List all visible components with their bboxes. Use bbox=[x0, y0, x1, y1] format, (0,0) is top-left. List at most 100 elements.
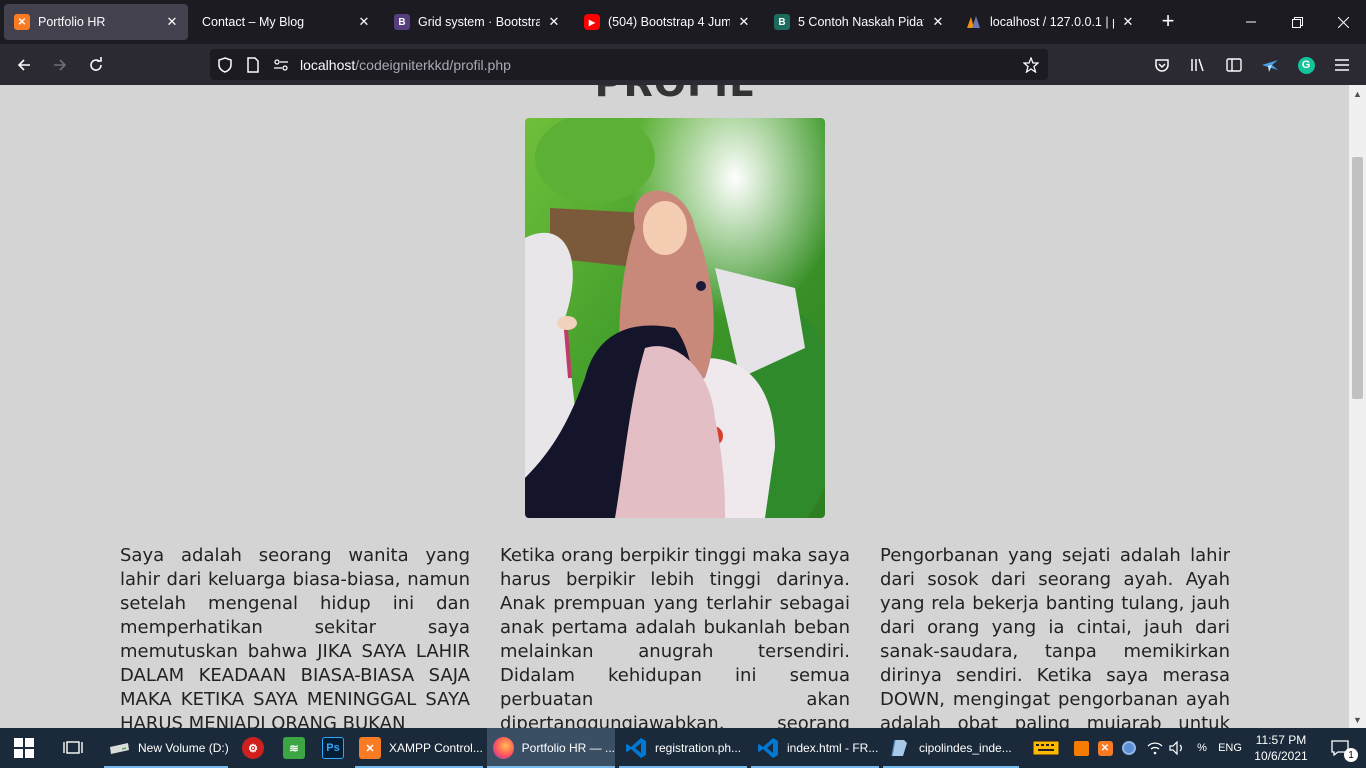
red-app-icon: ⚙ bbox=[242, 737, 264, 759]
taskbar-item-label: New Volume (D:) bbox=[138, 741, 229, 755]
vscode-icon bbox=[757, 737, 779, 759]
url-bar[interactable]: localhost/codeigniterkkd/profil.php bbox=[210, 49, 1048, 80]
close-tab-icon[interactable]: ✕ bbox=[736, 14, 752, 30]
taskbar-item-firefox[interactable]: Portfolio HR — ... bbox=[487, 728, 615, 768]
phpmyadmin-icon bbox=[966, 14, 982, 30]
url-host: localhost bbox=[300, 57, 356, 73]
reload-button[interactable] bbox=[83, 52, 109, 78]
extension-button[interactable] bbox=[1257, 52, 1283, 78]
chrome-tray-icon[interactable] bbox=[1118, 728, 1140, 768]
taskbar-item-xampp[interactable]: ✕ XAMPP Control... bbox=[355, 728, 483, 768]
b-icon: B bbox=[774, 14, 790, 30]
close-tab-icon[interactable]: ✕ bbox=[356, 14, 372, 30]
youtube-icon: ▶ bbox=[584, 14, 600, 30]
close-tab-icon[interactable]: ✕ bbox=[164, 14, 180, 30]
tab-title: Grid system · Bootstrap v4 bbox=[418, 15, 540, 29]
page-scrollbar[interactable]: ▲ ▼ bbox=[1349, 85, 1366, 728]
sidebar-icon bbox=[1226, 58, 1242, 72]
restore-button[interactable] bbox=[1274, 0, 1320, 44]
windows-icon bbox=[14, 738, 34, 758]
notification-count-badge: 1 bbox=[1344, 748, 1358, 762]
scroll-down-arrow-icon[interactable]: ▼ bbox=[1349, 711, 1366, 728]
taskbar-app-blender[interactable]: ⚙ bbox=[232, 728, 274, 768]
tab-phpmyadmin[interactable]: localhost / 127.0.0.1 | php ✕ bbox=[956, 4, 1144, 40]
navigation-toolbar: localhost/codeigniterkkd/profil.php G bbox=[0, 44, 1366, 85]
back-button[interactable] bbox=[11, 52, 37, 78]
taskbar-item-new-volume[interactable]: New Volume (D:) bbox=[104, 728, 229, 768]
new-tab-button[interactable]: + bbox=[1156, 10, 1180, 34]
permissions-icon[interactable] bbox=[272, 56, 290, 74]
page-title: PROFIL bbox=[0, 85, 1349, 105]
grammarly-button[interactable]: G bbox=[1293, 52, 1319, 78]
tab-portfolio-hr[interactable]: ✕ Portfolio HR ✕ bbox=[4, 4, 188, 40]
photoshop-icon: Ps bbox=[322, 737, 344, 759]
profile-text-column-2: Ketika orang berpikir tinggi maka saya h… bbox=[500, 545, 850, 728]
taskbar-item-cipolindes[interactable]: cipolindes_inde... bbox=[883, 728, 1019, 768]
tab-title: localhost / 127.0.0.1 | php bbox=[990, 15, 1114, 29]
url-path: /codeigniterkkd/profil.php bbox=[355, 57, 511, 73]
close-tab-icon[interactable]: ✕ bbox=[1120, 14, 1136, 30]
grammarly-icon: G bbox=[1297, 56, 1315, 74]
profile-photo-image bbox=[525, 118, 825, 518]
drive-icon bbox=[108, 737, 130, 759]
pocket-button[interactable] bbox=[1149, 52, 1175, 78]
url-text[interactable]: localhost/codeigniterkkd/profil.php bbox=[300, 57, 511, 73]
tray-app-icon[interactable] bbox=[1070, 728, 1092, 768]
vscode-icon bbox=[625, 737, 647, 759]
tab-contact-blog[interactable]: Contact – My Blog ✕ bbox=[190, 4, 380, 40]
page-icon[interactable] bbox=[244, 56, 262, 74]
sidebar-button[interactable] bbox=[1221, 52, 1247, 78]
taskbar-app-green[interactable]: ≋ bbox=[276, 728, 312, 768]
file-icon bbox=[889, 737, 911, 759]
keyboard-icon[interactable] bbox=[1030, 728, 1062, 768]
taskbar-item-vscode-registration[interactable]: registration.ph... bbox=[619, 728, 747, 768]
bootstrap-icon: B bbox=[394, 14, 410, 30]
taskbar: New Volume (D:) ⚙ ≋ Ps ✕ XAMPP Control..… bbox=[0, 728, 1366, 768]
close-tab-icon[interactable]: ✕ bbox=[930, 14, 946, 30]
tab-bootstrap-grid[interactable]: B Grid system · Bootstrap v4 ✕ bbox=[384, 4, 570, 40]
taskbar-app-photoshop[interactable]: Ps bbox=[316, 728, 350, 768]
xampp-icon: ✕ bbox=[14, 14, 30, 30]
tab-youtube[interactable]: ▶ (504) Bootstrap 4 Jumbotron ✕ bbox=[574, 4, 760, 40]
xampp-tray-icon[interactable]: ✕ bbox=[1094, 728, 1116, 768]
clock-date: 10/6/2021 bbox=[1254, 749, 1308, 763]
scrollbar-thumb[interactable] bbox=[1352, 157, 1363, 399]
start-button[interactable] bbox=[0, 728, 48, 768]
forward-button[interactable] bbox=[47, 52, 73, 78]
pocket-icon bbox=[1155, 59, 1169, 72]
task-view-button[interactable] bbox=[50, 728, 96, 768]
wifi-icon[interactable] bbox=[1144, 728, 1166, 768]
profile-text-column-3: Pengorbanan yang sejati adalah lahir dar… bbox=[880, 545, 1230, 728]
bookmark-star-icon[interactable] bbox=[1022, 56, 1040, 74]
clock[interactable]: 11:57 PM 10/6/2021 bbox=[1248, 732, 1314, 764]
close-tab-icon[interactable]: ✕ bbox=[546, 14, 562, 30]
clock-time: 11:57 PM bbox=[1255, 733, 1307, 747]
forward-arrow-icon bbox=[54, 59, 67, 71]
hamburger-menu-icon bbox=[1335, 59, 1349, 71]
tab-title: (504) Bootstrap 4 Jumbotron bbox=[608, 15, 730, 29]
firefox-icon bbox=[493, 737, 514, 759]
back-arrow-icon bbox=[17, 59, 30, 71]
input-method-icon[interactable]: % bbox=[1190, 728, 1214, 768]
taskbar-item-label: XAMPP Control... bbox=[389, 741, 483, 755]
language-indicator[interactable]: ENG bbox=[1214, 728, 1246, 768]
tab-naskah-pidato[interactable]: B 5 Contoh Naskah Pidato S ✕ bbox=[764, 4, 954, 40]
taskbar-item-label: cipolindes_inde... bbox=[919, 741, 1012, 755]
menu-button[interactable] bbox=[1329, 52, 1355, 78]
green-app-icon: ≋ bbox=[283, 737, 305, 759]
notification-center-button[interactable]: 1 bbox=[1320, 728, 1360, 768]
shield-icon[interactable] bbox=[216, 56, 234, 74]
tab-strip: ✕ Portfolio HR ✕ Contact – My Blog ✕ B G… bbox=[0, 0, 1366, 44]
close-window-button[interactable] bbox=[1320, 0, 1366, 44]
taskbar-item-label: Portfolio HR — ... bbox=[521, 741, 615, 755]
tab-title: Contact – My Blog bbox=[202, 15, 305, 29]
taskbar-item-vscode-index[interactable]: index.html - FR... bbox=[751, 728, 879, 768]
taskbar-item-label: registration.ph... bbox=[655, 741, 742, 755]
page-content: PROFIL bbox=[0, 85, 1349, 728]
volume-icon[interactable] bbox=[1166, 728, 1188, 768]
minimize-button[interactable] bbox=[1228, 0, 1274, 44]
reload-icon bbox=[90, 57, 102, 71]
library-icon bbox=[1191, 58, 1204, 72]
library-button[interactable] bbox=[1185, 52, 1211, 78]
scroll-up-arrow-icon[interactable]: ▲ bbox=[1349, 85, 1366, 102]
